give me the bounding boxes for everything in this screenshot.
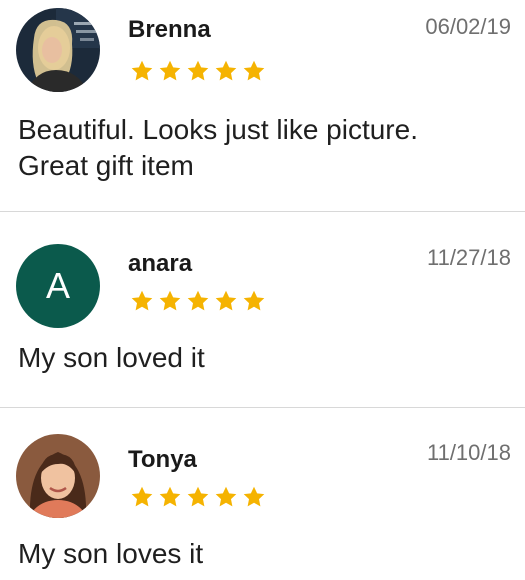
avatar-initial: A: [45, 265, 70, 306]
avatar[interactable]: [16, 8, 100, 92]
review-text-line: My son loves it: [18, 538, 204, 569]
review-date: 11/27/18: [426, 245, 511, 270]
star-icon: [187, 486, 209, 507]
star-icon: [243, 486, 265, 507]
star-icon: [159, 60, 181, 81]
review-text: My son loved it: [18, 340, 508, 376]
star-icon: [131, 290, 153, 311]
star-icon: [131, 60, 153, 81]
star-icon: [215, 290, 237, 311]
star-rating: [128, 288, 268, 314]
reviewer-name: Tonya: [128, 446, 197, 473]
star-icon: [215, 486, 237, 507]
user-photo-icon: [16, 8, 100, 92]
avatar[interactable]: [16, 434, 100, 518]
review-text: Beautiful. Looks just like picture. Grea…: [18, 112, 508, 184]
star-icon: [159, 486, 181, 507]
star-icon: [131, 486, 153, 507]
reviewer-name: Brenna: [128, 16, 211, 43]
review-date: 06/02/19: [425, 14, 511, 39]
review-text-line: My son loved it: [18, 342, 205, 373]
review-text-line: Beautiful. Looks just like picture.: [18, 114, 418, 145]
review-text-line: Great gift item: [18, 150, 194, 181]
star-icon: [215, 60, 237, 81]
divider: [0, 407, 525, 408]
star-icon: [159, 290, 181, 311]
avatar[interactable]: A: [16, 244, 100, 328]
divider: [0, 211, 525, 212]
review-text: My son loves it: [18, 536, 508, 572]
star-rating: [128, 484, 268, 510]
star-rating: [128, 58, 268, 84]
star-icon: [243, 290, 265, 311]
star-icon: [187, 290, 209, 311]
reviewer-name: anara: [128, 250, 193, 277]
review-date: 11/10/18: [426, 440, 511, 465]
user-photo-icon: [16, 434, 100, 518]
star-icon: [243, 60, 265, 81]
star-icon: [187, 60, 209, 81]
